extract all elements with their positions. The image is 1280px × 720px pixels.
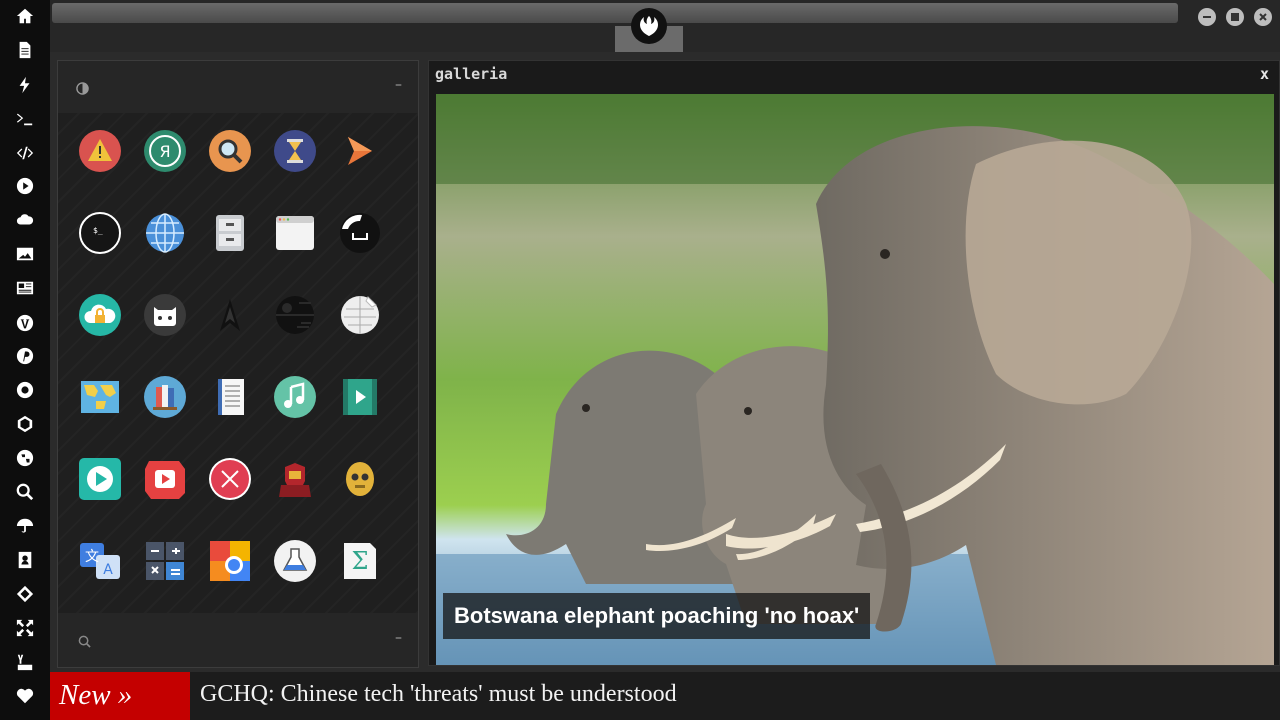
gallery-window: galleria x Botswana elephant poaching 'n… [428,60,1280,666]
ubuntu-app-icon[interactable] [338,211,382,255]
left-dock [0,0,50,720]
terminal-icon[interactable] [8,104,42,134]
sigma-app-icon[interactable]: Σ [338,539,382,583]
maximize-button[interactable] [1226,8,1244,26]
collapse-button[interactable]: – [395,77,402,93]
svg-text:A: A [103,562,113,578]
elephants-image [436,94,1274,665]
top-bar [50,0,1280,52]
svg-text:$_: $_ [93,226,103,235]
svg-text:Σ: Σ [352,547,369,575]
gallery-photo[interactable]: Botswana elephant poaching 'no hoax' [436,94,1274,665]
launcher-header: – [58,61,418,113]
close-button[interactable] [1254,8,1272,26]
warning-app-icon[interactable] [78,129,122,173]
address-bar[interactable] [52,3,1178,23]
launcher-footer: – [58,613,418,667]
books-app-icon[interactable] [143,375,187,419]
photos-app-icon[interactable] [208,539,252,583]
map-app-icon[interactable] [78,375,122,419]
code-icon[interactable] [8,138,42,168]
rebel-alliance-icon[interactable] [631,8,667,44]
globe-app-icon[interactable] [143,211,187,255]
newspaper-icon[interactable] [8,273,42,303]
photo-caption: Botswana elephant poaching 'no hoax' [443,593,871,639]
translate-app-icon[interactable]: 文A [78,539,122,583]
pinterest-icon[interactable] [8,341,42,371]
youtube-icon[interactable] [8,647,42,677]
github-app-icon[interactable] [143,293,187,337]
network-icon[interactable] [8,409,42,439]
search-app-icon[interactable] [208,129,252,173]
video-app-icon[interactable] [338,375,382,419]
bolt-icon[interactable] [8,70,42,100]
search-icon[interactable] [78,633,91,652]
globe-icon[interactable] [8,443,42,473]
window-app-icon[interactable] [273,211,317,255]
git-icon[interactable] [8,579,42,609]
expand-icon[interactable] [8,613,42,643]
arrow-app-icon[interactable] [338,129,382,173]
close-app-icon[interactable] [208,457,252,501]
music-app-icon[interactable] [273,375,317,419]
document-icon[interactable] [8,35,42,65]
play-icon[interactable] [8,171,42,201]
umbrella-icon[interactable] [8,511,42,541]
science-app-icon[interactable] [273,539,317,583]
news-ticker: New » GCHQ: Chinese tech 'threats' must … [50,672,1280,720]
gallery-close-button[interactable]: x [1260,65,1269,83]
yandex-app-icon[interactable]: Я [143,129,187,173]
calculator-app-icon[interactable] [143,539,187,583]
terminal-app-icon[interactable]: $_ [78,211,122,255]
search-icon[interactable] [8,477,42,507]
player-app-icon[interactable] [78,457,122,501]
starfleet-app-icon[interactable] [208,293,252,337]
wordpress-icon[interactable] [8,308,42,338]
home-icon[interactable] [8,1,42,31]
minimize-button[interactable] [1198,8,1216,26]
image-icon[interactable] [8,239,42,269]
wikipedia-app-icon[interactable] [338,293,382,337]
ironman-app-icon[interactable] [273,457,317,501]
cloud-lock-app-icon[interactable] [78,293,122,337]
app-grid: Я $_ 文A Σ [58,113,418,613]
svg-text:Я: Я [159,142,170,161]
death-star-app-icon[interactable] [273,293,317,337]
settings-icon[interactable] [8,375,42,405]
c3po-app-icon[interactable] [338,457,382,501]
youtube-app-icon[interactable] [143,457,187,501]
svg-text:文: 文 [85,549,99,565]
notes-app-icon[interactable] [208,375,252,419]
heart-icon[interactable] [8,681,42,711]
new-badge[interactable]: New » [50,672,190,720]
contacts-icon[interactable] [8,545,42,575]
gallery-title: galleria [435,65,508,83]
cloud-icon[interactable] [8,205,42,235]
hourglass-app-icon[interactable] [273,129,317,173]
file-cabinet-app-icon[interactable] [208,211,252,255]
app-launcher: – Я $_ 文A Σ – [57,60,419,668]
collapse-button[interactable]: – [395,630,402,646]
ticker-headline[interactable]: GCHQ: Chinese tech 'threats' must be und… [200,672,677,720]
contrast-icon[interactable] [76,80,89,99]
